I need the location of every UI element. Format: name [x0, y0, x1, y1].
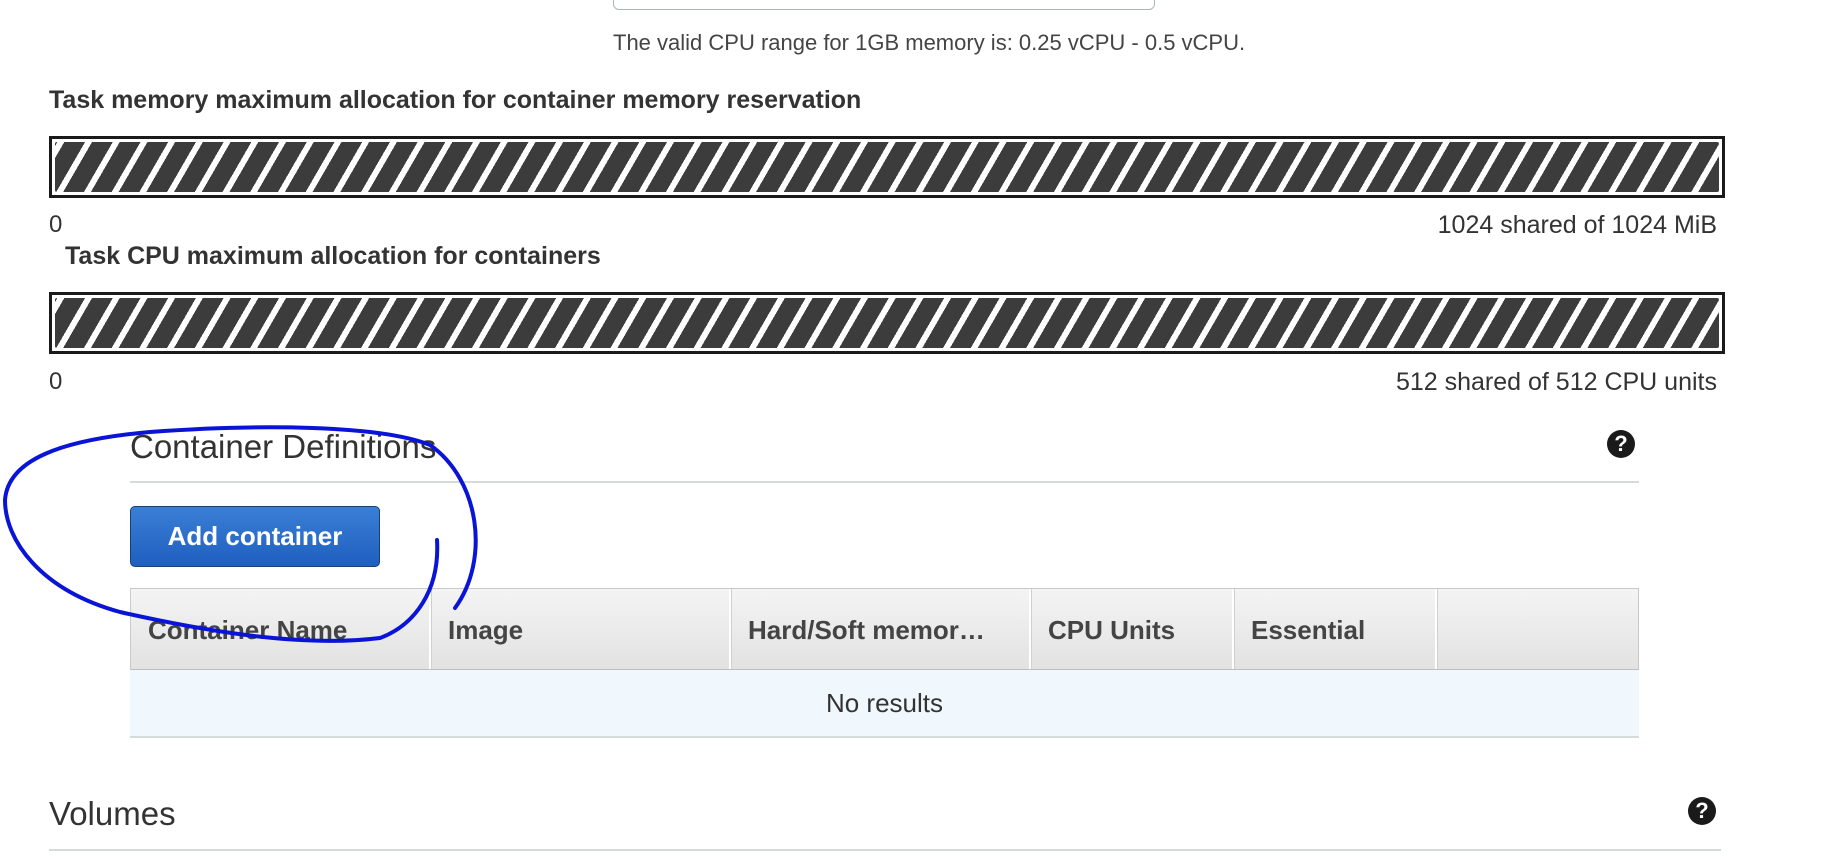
table-header: Container Name Image Hard/Soft memor… CP… — [130, 588, 1639, 670]
cpu-allocation-title: Task CPU maximum allocation for containe… — [65, 242, 601, 270]
column-header-actions — [1437, 589, 1638, 669]
memory-allocation-min: 0 — [49, 211, 63, 238]
memory-allocation-fill — [55, 142, 1719, 192]
memory-allocation-max: 1024 shared of 1024 MiB — [1437, 211, 1717, 239]
volumes-title: Volumes — [49, 795, 176, 832]
memory-allocation-title: Task memory maximum allocation for conta… — [49, 86, 862, 114]
volumes-help-icon[interactable]: ? — [1688, 797, 1716, 825]
add-container-button[interactable]: Add container — [130, 506, 380, 567]
container-definitions-table: Container Name Image Hard/Soft memor… CP… — [130, 588, 1639, 738]
cpu-allocation-bar — [49, 292, 1725, 354]
cpu-allocation-min: 0 — [49, 368, 63, 395]
cpu-range-hint: The valid CPU range for 1GB memory is: 0… — [613, 30, 1246, 55]
container-definitions-help-icon[interactable]: ? — [1607, 430, 1635, 458]
cpu-allocation-fill — [55, 298, 1719, 348]
container-definitions-divider — [130, 481, 1639, 483]
column-header-cpu-units[interactable]: CPU Units — [1031, 589, 1234, 669]
cpu-allocation-max: 512 shared of 512 CPU units — [1395, 368, 1717, 396]
volumes-divider — [49, 849, 1721, 851]
container-definitions-title: Container Definitions — [130, 428, 437, 465]
cpu-select[interactable] — [613, 0, 1155, 10]
memory-allocation-bar — [49, 136, 1725, 198]
column-header-essential[interactable]: Essential — [1234, 589, 1437, 669]
table-empty-message: No results — [130, 670, 1639, 738]
column-header-container-name[interactable]: Container Name — [131, 589, 431, 669]
column-header-memory[interactable]: Hard/Soft memor… — [731, 589, 1031, 669]
column-header-image[interactable]: Image — [431, 589, 731, 669]
